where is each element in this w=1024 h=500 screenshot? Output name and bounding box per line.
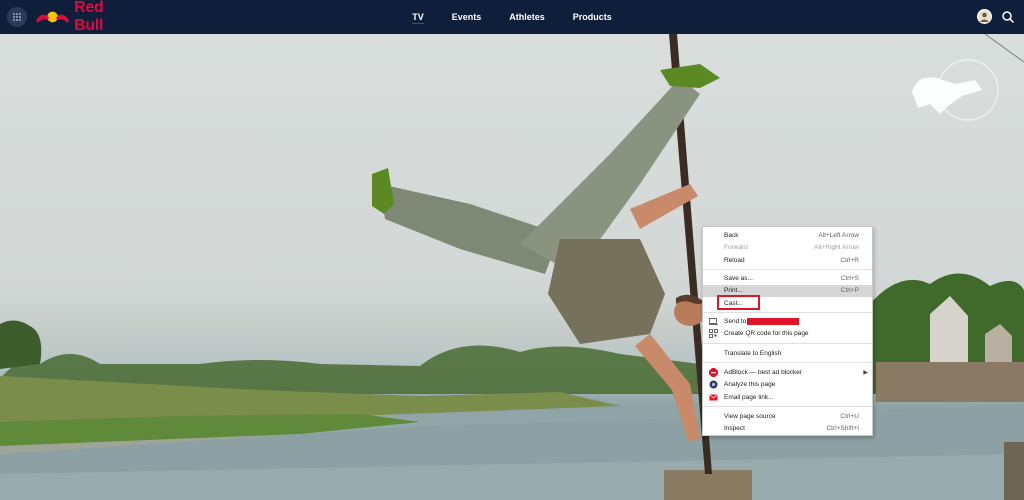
menu-item-email-link[interactable]: Email page link... — [703, 391, 872, 404]
menu-item-save-as[interactable]: Save as... Ctrl+S — [703, 272, 872, 285]
menu-item-forward-label: Forward — [724, 244, 748, 252]
main-nav: TV Events Athletes Products — [0, 0, 1024, 34]
menu-item-view-source-shortcut: Ctrl+U — [840, 412, 859, 420]
menu-item-adblock[interactable]: AdBlock — best ad blocker ▶ — [703, 366, 872, 379]
nav-tab-products[interactable]: Products — [559, 0, 626, 34]
menu-item-back-shortcut: Alt+Left Arrow — [818, 231, 859, 239]
menu-item-print-shortcut: Ctrl+P — [840, 287, 859, 295]
menu-item-reload-label: Reload — [724, 256, 745, 264]
menu-separator — [703, 343, 872, 344]
menu-item-view-source[interactable]: View page source Ctrl+U — [703, 410, 872, 423]
menu-item-forward[interactable]: Forward Alt+Right Arrow — [703, 242, 872, 255]
adblock-icon — [709, 367, 718, 377]
qr-code-icon — [709, 329, 718, 339]
menu-item-inspect-label: Inspect — [724, 425, 745, 433]
menu-item-save-as-label: Save as... — [724, 274, 753, 282]
menu-item-reload[interactable]: Reload Ctrl+R — [703, 254, 872, 267]
menu-separator — [703, 406, 872, 407]
cast-highlight-box — [717, 295, 760, 310]
avatar-icon[interactable] — [977, 9, 992, 24]
menu-item-save-as-shortcut: Ctrl+S — [840, 274, 859, 282]
menu-item-send-to-label: Send to — [724, 317, 747, 325]
menu-item-inspect[interactable]: Inspect Ctrl+Shift+I — [703, 423, 872, 436]
red-bull-logo[interactable]: Red Bull — [35, 0, 135, 34]
apps-menu-button[interactable] — [7, 7, 27, 27]
menu-item-view-source-label: View page source — [724, 412, 776, 420]
email-icon — [709, 393, 718, 401]
menu-item-create-qr-label: Create QR code for this page — [724, 330, 809, 338]
menu-item-forward-shortcut: Alt+Right Arrow — [814, 244, 859, 252]
menu-item-back-label: Back — [724, 231, 739, 239]
menu-item-email-link-label: Email page link... — [724, 393, 774, 401]
menu-separator — [703, 362, 872, 363]
search-button[interactable] — [1000, 9, 1016, 25]
search-icon — [1002, 11, 1015, 24]
menu-separator — [703, 269, 872, 270]
menu-item-back[interactable]: Back Alt+Left Arrow — [703, 229, 872, 242]
apps-grid-icon — [13, 13, 21, 21]
menu-item-analyze-label: Analyze this page — [724, 381, 776, 389]
menu-item-translate-label: Translate to English — [724, 349, 782, 357]
send-to-devices-icon — [709, 317, 718, 325]
nav-tab-tv[interactable]: TV — [398, 0, 438, 34]
top-navigation-bar: Red Bull TV Events Athletes Products — [0, 0, 1024, 34]
menu-item-send-to[interactable]: Send to — [703, 315, 872, 328]
menu-item-analyze[interactable]: Analyze this page — [703, 379, 872, 392]
menu-item-create-qr[interactable]: Create QR code for this page — [703, 328, 872, 341]
red-bull-logo-icon — [35, 11, 70, 23]
menu-item-translate[interactable]: Translate to English — [703, 347, 872, 360]
menu-item-adblock-label: AdBlock — best ad blocker — [724, 368, 803, 376]
menu-item-print-label: Print... — [724, 287, 743, 295]
nav-tab-athletes[interactable]: Athletes — [495, 0, 559, 34]
brand-name: Red Bull — [74, 0, 104, 34]
analyze-icon — [709, 380, 718, 389]
nav-tab-events[interactable]: Events — [438, 0, 496, 34]
red-bull-watermark-icon — [912, 59, 999, 121]
menu-item-reload-shortcut: Ctrl+R — [840, 256, 859, 264]
redacted-device-name — [747, 317, 800, 325]
submenu-arrow-icon: ▶ — [863, 369, 868, 376]
menu-item-inspect-shortcut: Ctrl+Shift+I — [826, 425, 859, 433]
menu-separator — [703, 312, 872, 313]
browser-context-menu: Back Alt+Left Arrow Forward Alt+Right Ar… — [702, 226, 873, 436]
